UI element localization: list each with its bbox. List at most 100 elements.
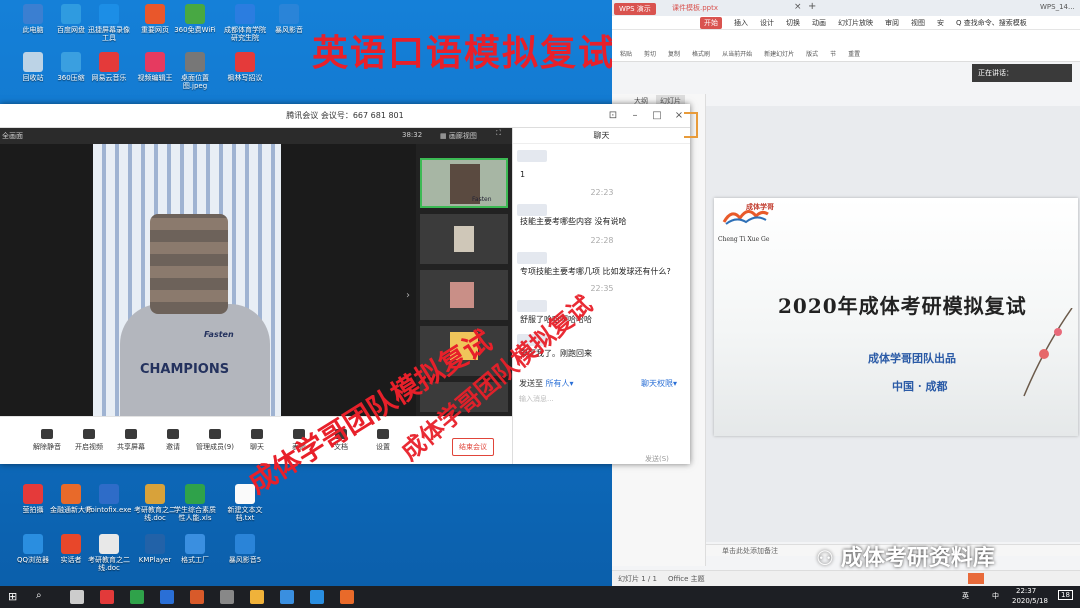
desktop-icon[interactable]: 成都体育学院研究生院 [222, 4, 268, 42]
toolbar-button[interactable]: 剪切 [644, 49, 656, 58]
taskbar-app-icon[interactable] [160, 590, 174, 604]
minimize-icon[interactable]: – [624, 104, 646, 128]
wps-ribbon: 粘贴 剪切 复制 格式刷 从当前开始 新建幻灯片 版式 节 重置 [612, 30, 1080, 62]
app-icon [23, 484, 43, 504]
notification-icon[interactable]: 18 [1058, 590, 1073, 600]
toolbar-button[interactable]: 新建幻灯片 [764, 49, 794, 58]
control-label: 邀请 [166, 443, 180, 451]
app-icon [235, 52, 255, 72]
control-icon [251, 429, 263, 439]
control-button[interactable]: 管理成员(9) [194, 429, 236, 452]
chat-input[interactable]: 输入消息... [519, 394, 554, 404]
notes-placeholder: 单击此处添加备注 [722, 547, 778, 555]
play-button[interactable] [968, 573, 984, 584]
toolbar-button[interactable]: 节 [830, 49, 836, 58]
menu-item[interactable]: 开始 [700, 16, 722, 29]
desktop-icon[interactable]: Pointofix.exe [86, 484, 132, 514]
control-icon [125, 429, 137, 439]
lang-indicator[interactable]: 英 [962, 591, 969, 601]
search-icon[interactable]: ⌕ [36, 590, 42, 601]
taskbar-app-icon[interactable] [100, 590, 114, 604]
participant-body [120, 304, 270, 416]
menu-item[interactable]: 切换 [786, 18, 800, 28]
app-icon [185, 52, 205, 72]
desktop-icon[interactable]: 枫林写招议 [222, 52, 268, 82]
fullscreen-label[interactable]: 全画面 [2, 131, 23, 141]
pin-icon[interactable]: ⊡ [602, 104, 624, 128]
chat-sender-redacted [517, 150, 547, 162]
desktop-icon[interactable]: 学生综合素质性人能.xls [172, 484, 218, 522]
desktop-icon-label: 网易云音乐 [91, 74, 127, 82]
control-button[interactable]: 邀请 [152, 429, 194, 452]
slide-subtitle: 成体学哥团队出品 [868, 352, 956, 365]
meeting-title: 腾讯会议 会议号：667 681 801 [286, 111, 404, 120]
menu-item[interactable]: 安 [937, 18, 944, 28]
menu-item[interactable]: 动画 [812, 18, 826, 28]
maximize-icon[interactable]: □ [646, 104, 668, 128]
fullscreen-icon[interactable]: ⛶ [496, 129, 501, 138]
app-icon [99, 4, 119, 24]
menu-item[interactable]: 设计 [760, 18, 774, 28]
control-button[interactable]: 解除静音 [26, 429, 68, 452]
app-icon [145, 484, 165, 504]
menu-item[interactable]: Q 查找命令、搜索模板 [956, 18, 1027, 28]
taskbar-app-icon[interactable] [130, 590, 144, 604]
desktop-icon[interactable]: 暴风影音 [266, 4, 312, 34]
clock-time[interactable]: 22:37 [1016, 587, 1036, 595]
desktop-icon[interactable]: 暴风影音5 [222, 534, 268, 564]
gallery-view-button[interactable]: ▦ 画廊视图 [440, 131, 477, 141]
gallery-view-label: 画廊视图 [448, 132, 477, 140]
ime-indicator[interactable]: 中 [992, 591, 999, 601]
taskbar-app-icon[interactable] [70, 590, 84, 604]
speaking-indicator: 正在讲话： [972, 64, 1072, 82]
desktop-icon-label: Pointofix.exe [86, 506, 132, 514]
app-icon [23, 4, 43, 24]
clock-date[interactable]: 2020/5/18 [1012, 597, 1048, 605]
desktop-icon[interactable]: 网易云音乐 [86, 52, 132, 82]
thumbnail-2[interactable] [420, 214, 508, 264]
menu-item[interactable]: 审阅 [885, 18, 899, 28]
taskbar-app-icon[interactable] [250, 590, 264, 604]
desktop-icon[interactable]: 桌面位置图.jpeg [172, 52, 218, 90]
speaking-label: 正在讲话： [978, 69, 1013, 77]
toolbar-button[interactable]: 从当前开始 [722, 49, 752, 58]
desktop-icon[interactable]: 360免费WiFi [172, 4, 218, 34]
toolbar-button[interactable]: 格式刷 [692, 49, 710, 58]
close-tab-icon[interactable]: × [794, 2, 802, 12]
toolbar-button[interactable]: 重置 [848, 49, 860, 58]
taskbar-app-icon[interactable] [310, 590, 324, 604]
desktop-icon-label: 暴风影音 [275, 26, 303, 34]
send-button[interactable]: 发送(S) [645, 454, 669, 464]
toolbar-button[interactable]: 版式 [806, 49, 818, 58]
window-controls: ⊡ – □ × [602, 104, 690, 128]
menu-item[interactable]: 插入 [734, 18, 748, 28]
menu-item[interactable]: 幻灯片放映 [838, 18, 873, 28]
overlay-title: 英语口语模拟复试 [312, 33, 617, 74]
thumbnail-1[interactable]: Fasten [420, 158, 508, 208]
desktop-icon-label: 学生综合素质性人能.xls [174, 506, 216, 522]
control-button[interactable]: 开启视频 [68, 429, 110, 452]
desktop-icon[interactable]: 考研教育之二线.doc [86, 534, 132, 572]
new-tab-icon[interactable]: + [808, 1, 816, 12]
toolbar-button[interactable]: 复制 [668, 49, 680, 58]
taskbar-app-icon[interactable] [340, 590, 354, 604]
recipient-select[interactable]: 所有人 [546, 379, 570, 388]
desktop-icon[interactable]: 格式工厂 [172, 534, 218, 564]
wps-tab-file[interactable]: 课件模板.pptx [672, 3, 718, 13]
app-icon [99, 52, 119, 72]
chat-permission-select[interactable]: 聊天权限▾ [641, 378, 677, 389]
wps-tab-app[interactable]: WPS 演示 [614, 3, 656, 15]
menu-item[interactable]: 视图 [911, 18, 925, 28]
toolbar-button[interactable]: 粘贴 [620, 49, 632, 58]
desktop-icon[interactable]: 迅捷屏幕录像工具 [86, 4, 132, 42]
chevron-right-icon[interactable]: › [406, 290, 410, 301]
thumbnail-3[interactable] [420, 270, 508, 320]
chat-message: 1 [520, 170, 526, 179]
control-button[interactable]: 共享屏幕 [110, 429, 152, 452]
taskbar-app-icon[interactable] [280, 590, 294, 604]
end-meeting-button[interactable]: 结束会议 [452, 438, 494, 456]
taskbar-app-icon[interactable] [190, 590, 204, 604]
taskbar-app-icon[interactable] [220, 590, 234, 604]
windows-start-icon[interactable]: ⊞ [8, 590, 17, 603]
wechat-icon: ⚇ [816, 546, 841, 570]
